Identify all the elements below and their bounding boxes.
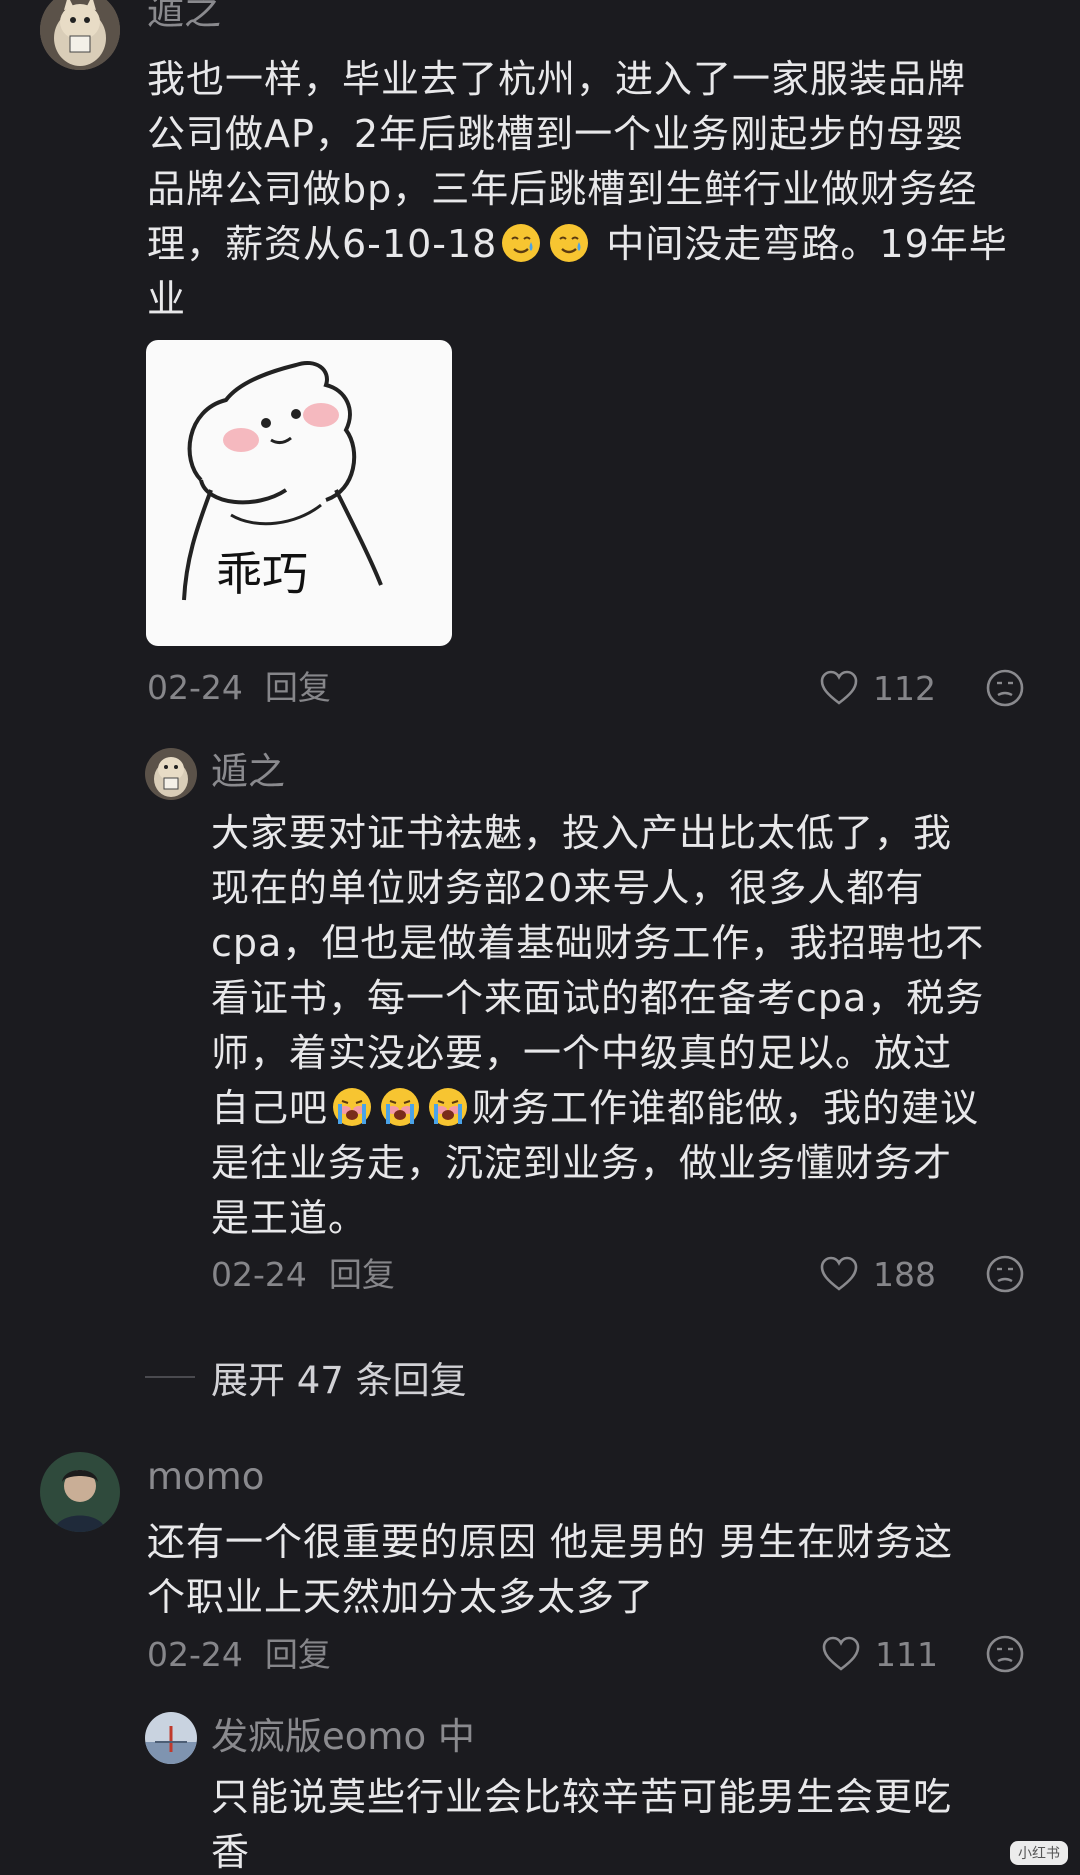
like-count: 112: [873, 668, 936, 708]
reply-line: 只能说莫些行业会比较辛苦可能男生会更吃: [211, 1775, 953, 1819]
comment-text: 还有一个很重要的原因 他是男的 男生在财务这 个职业上天然加分太多太多了: [147, 1515, 1047, 1625]
comment-line: 还有一个很重要的原因 他是男的 男生在财务这: [147, 1520, 954, 1564]
reply-avatar[interactable]: [145, 1712, 197, 1764]
crying-emoji: [381, 1088, 420, 1126]
divider: [145, 1376, 195, 1378]
watermark: 小红书: [1010, 1841, 1068, 1865]
comment-text: 我也一样，毕业去了杭州，进入了一家服装品牌 公司做AP，2年后跳槽到一个业务刚起…: [147, 52, 1047, 327]
bunny-sticker-drawing: 乖巧: [182, 361, 383, 601]
dislike-face-icon[interactable]: [985, 1634, 1025, 1674]
like-button[interactable]: 112: [819, 666, 936, 710]
comment-date: 02-24: [147, 1635, 243, 1674]
comment-author[interactable]: 遁之: [147, 0, 221, 34]
reply-text: 只能说莫些行业会比较辛苦可能男生会更吃 香: [211, 1770, 1051, 1875]
sticker-caption: 乖巧: [216, 547, 308, 601]
comment-line: 我也一样，毕业去了杭州，进入了一家服装品牌: [147, 57, 967, 101]
crying-emoji: [429, 1088, 468, 1126]
reply-line: 香: [211, 1830, 251, 1874]
reply-line: 自己吧 财务工作谁都能做，我的建议: [211, 1086, 980, 1130]
reply-line: 大家要对证书祛魅，投入产出比太低了，我: [211, 811, 953, 855]
reply-author[interactable]: 遁之: [211, 750, 285, 794]
comment-meta: 02-24 回复: [147, 1635, 331, 1675]
reply-button[interactable]: 回复: [265, 1635, 331, 1674]
avatar[interactable]: [40, 1452, 120, 1532]
cat-avatar-image: [145, 748, 197, 800]
expand-replies-label: 展开 47 条回复: [211, 1359, 467, 1402]
heart-icon: [820, 1256, 858, 1291]
reply-avatar[interactable]: [145, 748, 197, 800]
avatar[interactable]: [40, 0, 120, 70]
like-count: 188: [873, 1254, 936, 1294]
user-avatar-image: [40, 1452, 120, 1532]
comment-meta: 02-24 回复: [147, 668, 331, 708]
cat-avatar-image: [40, 0, 120, 70]
reply-button[interactable]: 回复: [265, 668, 331, 707]
sticker-image[interactable]: 乖巧: [146, 340, 452, 646]
reply-date: 02-24: [211, 1255, 307, 1294]
comment-line: 品牌公司做bp，三年后跳槽到生鲜行业做财务经: [147, 167, 978, 211]
reply-line: cpa，但也是做着基础财务工作，我招聘也不: [211, 921, 985, 965]
reply-line: 是往业务走，沉淀到业务，做业务懂财务才: [211, 1141, 953, 1185]
reply-text: 大家要对证书祛魅，投入产出比太低了，我 现在的单位财务部20来号人，很多人都有 …: [211, 806, 1051, 1246]
like-button[interactable]: 111: [821, 1632, 938, 1676]
reply-meta: 02-24 回复: [211, 1255, 395, 1295]
comment-line: 公司做AP，2年后跳槽到一个业务刚起步的母婴: [147, 112, 965, 156]
reply-line: 看证书，每一个来面试的都在备考cpa，税务: [211, 976, 985, 1020]
dislike-face-icon[interactable]: [985, 1254, 1025, 1294]
like-count: 111: [875, 1634, 938, 1674]
like-button[interactable]: 188: [819, 1252, 936, 1296]
comment-line: 理，薪资从6-10-18 中间没走弯路。19年毕: [147, 222, 1008, 266]
dislike-face-icon[interactable]: [985, 668, 1025, 708]
comment-author[interactable]: momo: [147, 1455, 264, 1499]
comment-line: 个职业上天然加分太多太多了: [147, 1575, 655, 1619]
reply-line: 是王道。: [211, 1196, 368, 1240]
landscape-avatar-image: [145, 1712, 197, 1764]
expand-replies-button[interactable]: 展开 47 条回复: [145, 1355, 467, 1402]
comment-date: 02-24: [147, 668, 243, 707]
heart-icon: [820, 670, 858, 705]
heart-icon: [822, 1636, 860, 1671]
reply-line: 师，着实没必要，一个中级真的足以。放过: [211, 1031, 953, 1075]
crying-emoji: [333, 1088, 372, 1126]
reply-button[interactable]: 回复: [329, 1255, 395, 1294]
reply-line: 现在的单位财务部20来号人，很多人都有: [211, 866, 925, 910]
tearful-smile-emoji: [502, 224, 541, 262]
reply-author[interactable]: 发疯版eomo 中: [211, 1715, 475, 1759]
tearful-smile-emoji: [550, 224, 589, 262]
comment-line: 业: [147, 277, 187, 321]
